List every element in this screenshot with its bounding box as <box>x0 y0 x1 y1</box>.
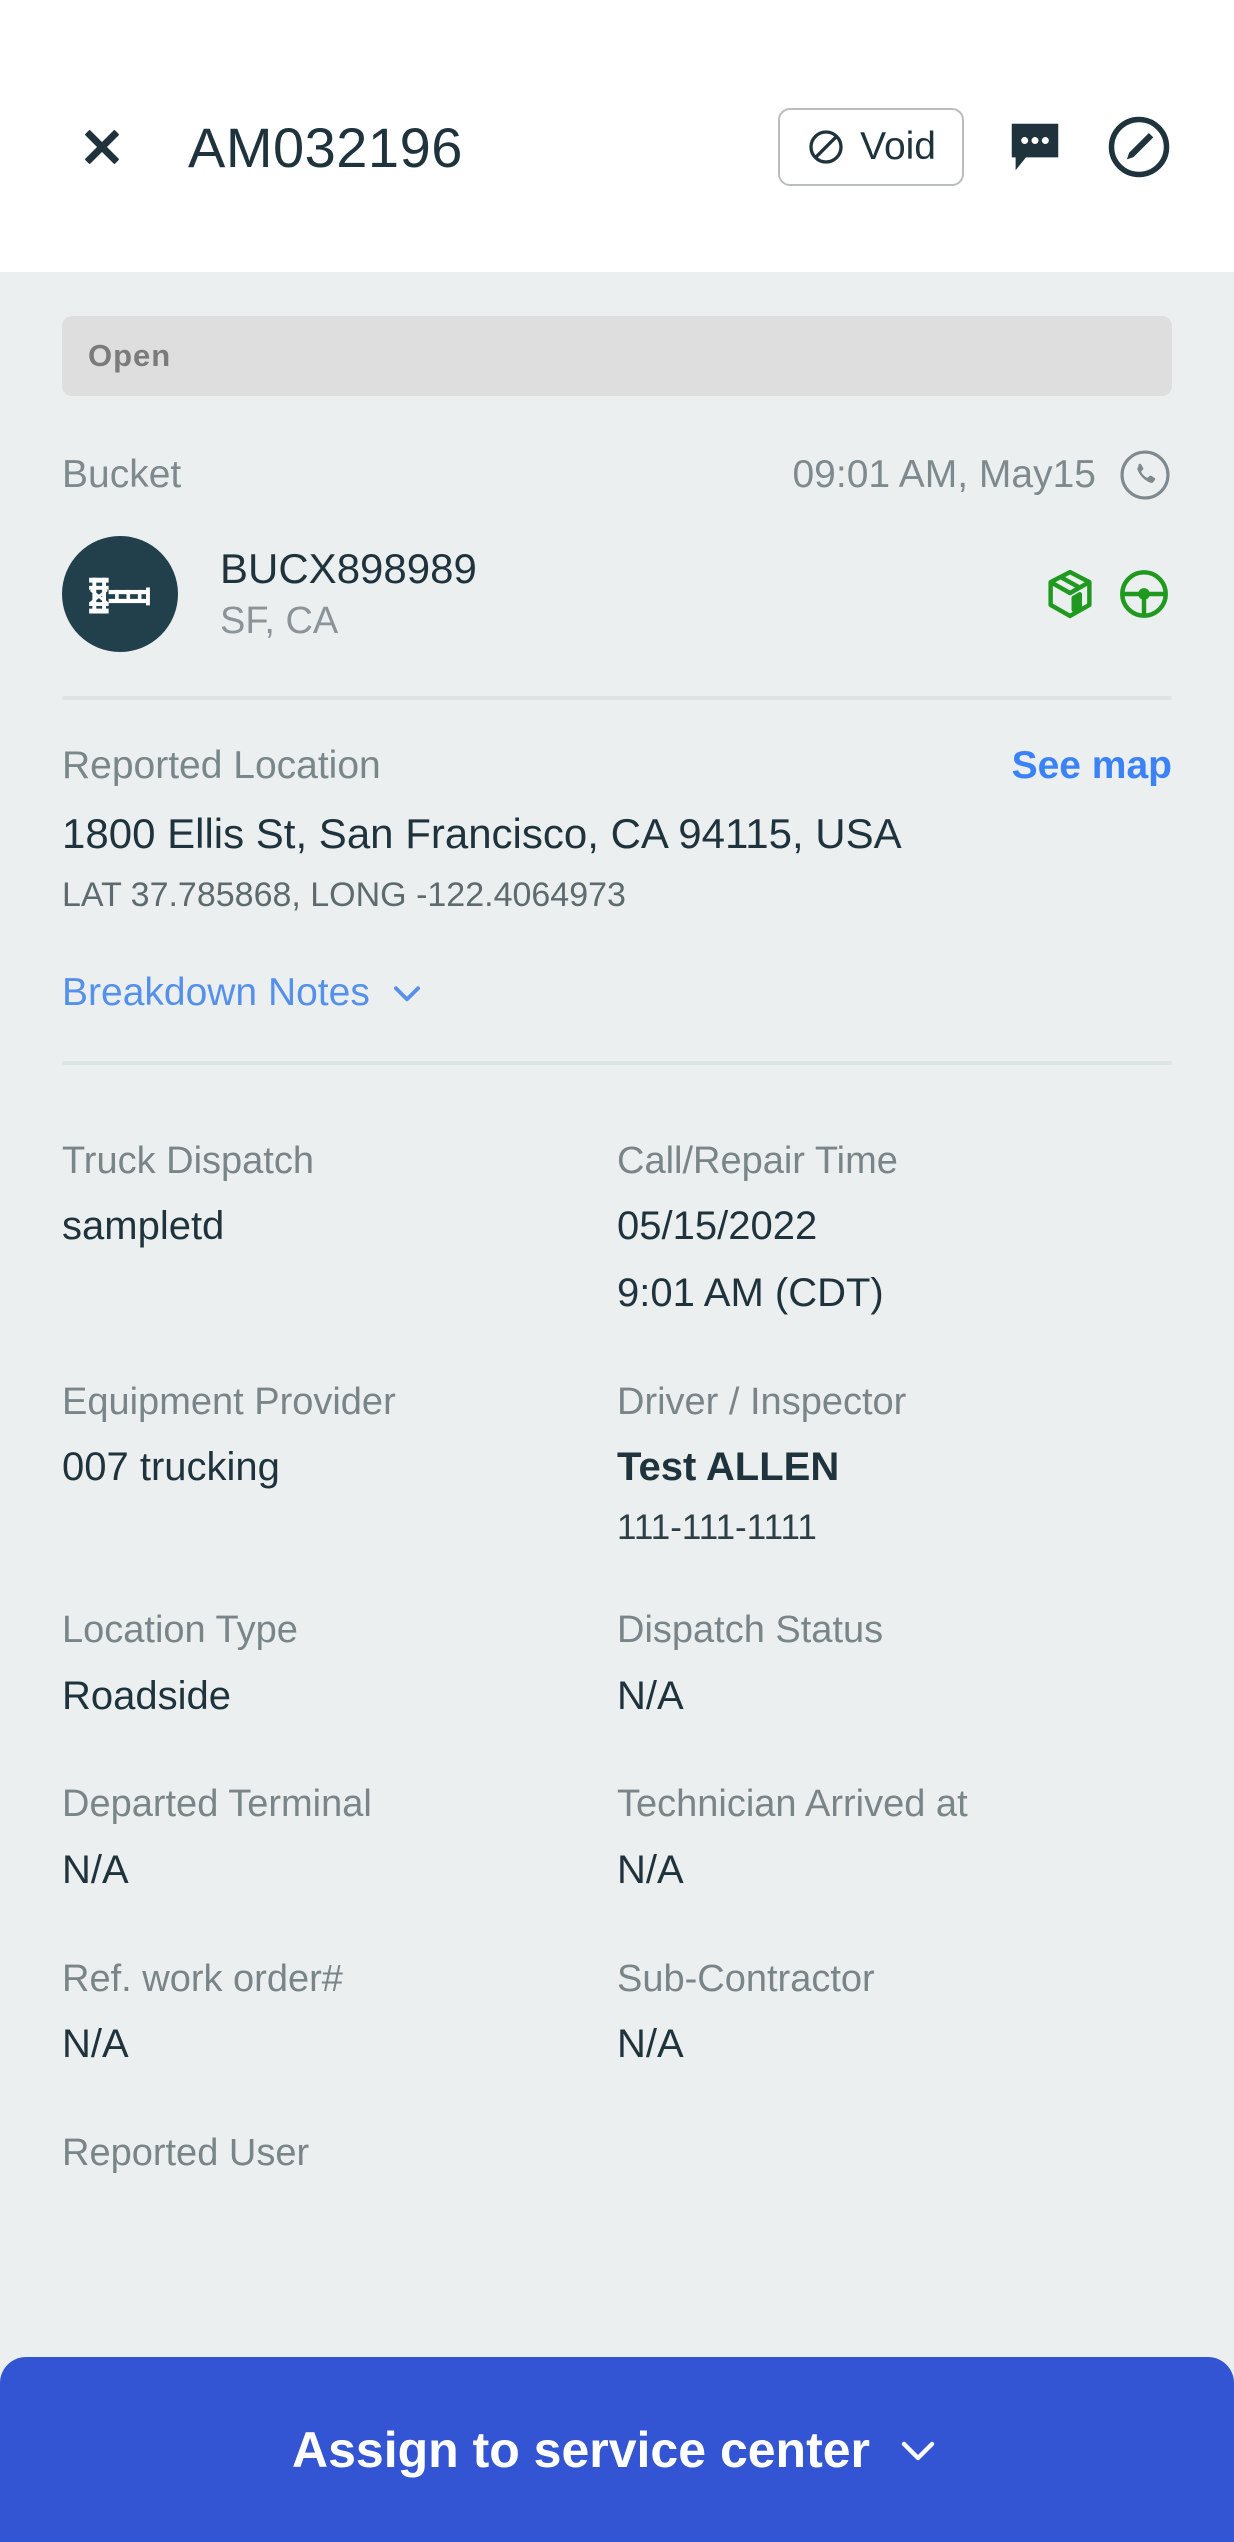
field-label: Ref. work order# <box>62 1957 343 2000</box>
field-dispatch-status: Dispatch Status N/A <box>617 1606 1172 1780</box>
chat-button[interactable] <box>1004 116 1066 178</box>
field-value: 05/15/2022 <box>617 1204 818 1249</box>
detail-fields-grid: Truck Dispatch sampletd Call/Repair Time… <box>62 1137 1172 2236</box>
reported-location-coords: LAT 37.785868, LONG -122.4064973 <box>62 876 626 914</box>
chevron-down-icon <box>388 974 426 1012</box>
field-label: Call/Repair Time <box>617 1140 898 1182</box>
field-value: sampletd <box>62 1204 225 1249</box>
reported-location-header: Reported Location See map <box>62 744 1172 788</box>
field-label: Sub-Contractor <box>617 1957 875 2000</box>
bucket-header-row: Bucket 09:01 AM, May15 <box>62 448 1172 502</box>
assign-button-label: Assign to service center <box>291 2421 871 2478</box>
void-button[interactable]: Void <box>778 108 964 186</box>
equipment-location: SF, CA <box>220 599 339 642</box>
field-sub-contractor: Sub-Contractor N/A <box>617 1955 1172 2129</box>
field-value-secondary: 9:01 AM (CDT) <box>617 1271 884 1316</box>
breakdown-notes-label: Breakdown Notes <box>62 971 370 1014</box>
field-location-type: Location Type Roadside <box>62 1606 617 1780</box>
field-value: N/A <box>617 1673 684 1718</box>
edit-pencil-circle-icon <box>1106 114 1172 180</box>
steering-wheel-icon <box>1116 566 1172 622</box>
field-label: Equipment Provider <box>62 1380 396 1423</box>
reported-location-label: Reported Location <box>62 744 381 787</box>
field-value: N/A <box>617 2021 684 2066</box>
status-badge-label: Open <box>88 338 172 373</box>
equipment-id: BUCX898989 <box>220 544 477 592</box>
field-value: Test ALLEN <box>617 1445 840 1490</box>
bucket-meta: 09:01 AM, May15 <box>792 448 1172 502</box>
field-label: Departed Terminal <box>62 1783 372 1826</box>
edit-button[interactable] <box>1106 114 1172 180</box>
see-map-link[interactable]: See map <box>1012 744 1172 788</box>
assign-to-service-center-button[interactable]: Assign to service center <box>0 2357 1234 2542</box>
package-box-icon <box>1042 566 1098 622</box>
field-call-repair-time: Call/Repair Time 05/15/2022 9:01 AM (CDT… <box>617 1137 1172 1378</box>
field-label: Location Type <box>62 1609 298 1652</box>
block-icon <box>806 127 846 167</box>
chassis-icon <box>81 555 159 633</box>
field-label: Technician Arrived at <box>617 1783 968 1826</box>
field-label: Reported User <box>62 2131 310 2174</box>
reported-location-address: 1800 Ellis St, San Francisco, CA 94115, … <box>62 810 902 857</box>
chevron-down-icon <box>894 2426 942 2474</box>
field-driver-inspector: Driver / Inspector Test ALLEN 111-111-11… <box>617 1378 1172 1606</box>
equipment-text: BUCX898989 SF, CA <box>220 543 1042 646</box>
field-ref-work-order: Ref. work order# N/A <box>62 1955 617 2129</box>
void-button-label: Void <box>860 125 936 168</box>
field-value: Roadside <box>62 1673 232 1718</box>
field-label: Driver / Inspector <box>617 1380 907 1423</box>
avatar <box>62 536 178 652</box>
equipment-row[interactable]: BUCX898989 SF, CA <box>62 536 1172 652</box>
field-equipment-provider: Equipment Provider 007 trucking <box>62 1378 617 1606</box>
bucket-label: Bucket <box>62 453 182 496</box>
header-actions: Void <box>778 108 1172 186</box>
section-divider-1 <box>62 696 1172 700</box>
field-value: 007 trucking <box>62 1445 280 1490</box>
detail-body: Open Bucket 09:01 AM, May15 BUCX898989 S… <box>0 272 1234 2542</box>
breakdown-notes-toggle[interactable]: Breakdown Notes <box>62 971 426 1015</box>
field-reported-user: Reported User <box>62 2129 617 2236</box>
phone-circle-icon[interactable] <box>1118 448 1172 502</box>
breakdown-detail-screen: AM032196 Void Open Bucket 09:01 AM, May1… <box>0 0 1234 2542</box>
field-value-phone: 111-111-1111 <box>617 1508 817 1548</box>
status-badge: Open <box>62 316 1172 396</box>
field-truck-dispatch: Truck Dispatch sampletd <box>62 1137 617 1378</box>
equipment-badges <box>1042 566 1172 622</box>
close-icon[interactable] <box>78 123 126 171</box>
field-technician-arrived-at: Technician Arrived at N/A <box>617 1780 1172 1954</box>
field-value: N/A <box>617 1847 684 1892</box>
field-label: Truck Dispatch <box>62 1140 314 1182</box>
page-title: AM032196 <box>188 115 463 179</box>
field-value: N/A <box>62 1847 129 1892</box>
section-divider-2 <box>62 1061 1172 1065</box>
chat-bubble-icon <box>1004 116 1066 178</box>
field-label: Dispatch Status <box>617 1609 884 1652</box>
app-header: AM032196 Void <box>0 0 1234 272</box>
bucket-timestamp: 09:01 AM, May15 <box>792 453 1096 496</box>
field-departed-terminal: Departed Terminal N/A <box>62 1780 617 1954</box>
field-value: N/A <box>62 2021 129 2066</box>
